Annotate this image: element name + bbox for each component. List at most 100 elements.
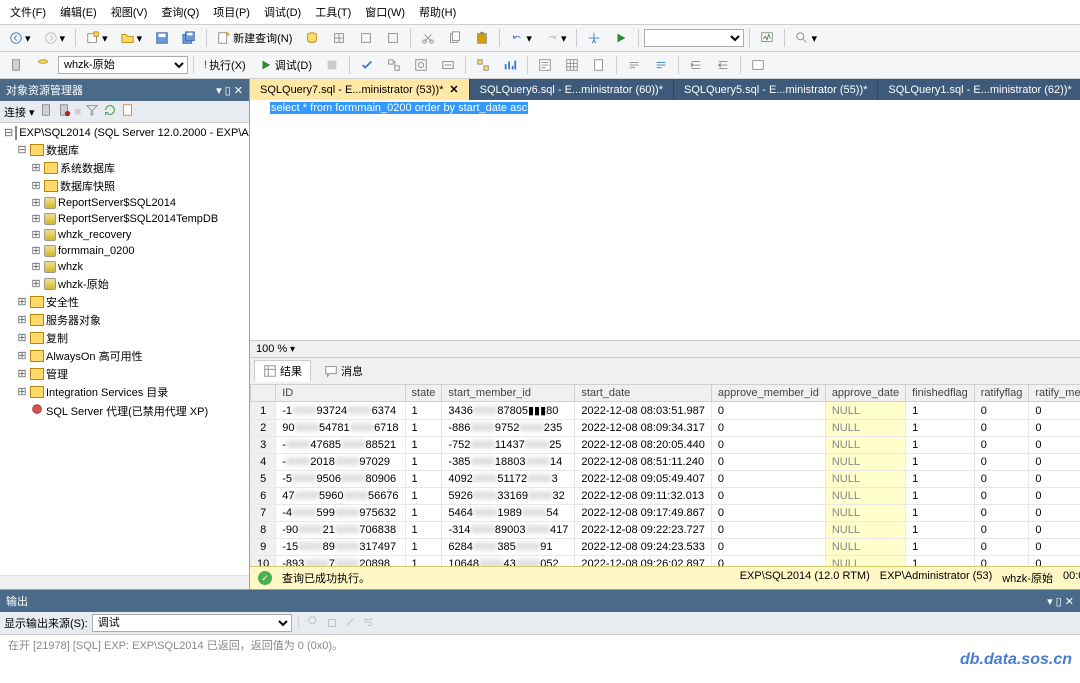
cell[interactable]: 0 <box>1029 488 1080 505</box>
cell[interactable]: -752000011437000025 <box>442 437 575 454</box>
connect-button[interactable]: 连接 ▾ <box>4 104 35 120</box>
column-header[interactable]: approve_date <box>825 385 905 402</box>
output-wrap-icon[interactable] <box>361 615 375 632</box>
tree-item[interactable]: ReportServer$SQL2014 <box>58 197 176 209</box>
cell[interactable]: 0 <box>1029 402 1080 420</box>
cell[interactable]: NULL <box>825 505 905 522</box>
expand-icon[interactable]: ⊞ <box>16 295 28 309</box>
output-find-icon[interactable] <box>307 615 321 632</box>
tree-item[interactable]: 复制 <box>46 330 68 346</box>
cell[interactable]: 1 <box>906 437 975 454</box>
object-tree[interactable]: ⊟EXP\SQL2014 (SQL Server 12.0.2000 - EXP… <box>0 123 249 575</box>
results-text-button[interactable] <box>533 55 557 75</box>
tab-query7[interactable]: SQLQuery7.sql - E...ministrator (53))*✕ <box>250 79 470 100</box>
cell[interactable]: -886000097520000235 <box>442 420 575 437</box>
menu-edit[interactable]: 编辑(E) <box>54 2 103 22</box>
change-connection-button[interactable] <box>4 55 28 75</box>
results-grid-button[interactable] <box>560 55 584 75</box>
cell[interactable]: 1 <box>405 488 442 505</box>
cell[interactable]: 0 <box>974 505 1029 522</box>
cell[interactable]: 10 <box>251 556 276 567</box>
column-header[interactable]: ratify_member_id <box>1029 385 1080 402</box>
cell[interactable]: 2022-12-08 09:26:02.897 <box>575 556 712 567</box>
results-tab[interactable]: 结果 <box>254 360 311 382</box>
tree-databases[interactable]: 数据库 <box>46 142 79 158</box>
cell[interactable]: 2 <box>251 420 276 437</box>
output-toggle-icon[interactable] <box>343 615 357 632</box>
table-row[interactable]: 3-0000476850000885211-752000011437000025… <box>251 437 1080 454</box>
stop-icon[interactable] <box>57 103 71 120</box>
filter-icon[interactable] <box>85 103 99 120</box>
execute-button[interactable]: ! 执行(X) <box>199 54 251 76</box>
cell[interactable]: -900000210000706838 <box>276 522 405 539</box>
tree-item[interactable]: 数据库快照 <box>60 178 115 194</box>
tree-item[interactable]: whzk-原始 <box>58 276 109 292</box>
output-source-combo[interactable]: 调试 <box>92 614 292 632</box>
zoom-level[interactable]: 100 % ▾ <box>250 340 1080 357</box>
cell[interactable]: 0 <box>1029 505 1080 522</box>
cell[interactable]: 409200005117200003 <box>442 471 575 488</box>
find-button[interactable] <box>582 28 606 48</box>
cell[interactable]: 1 <box>405 505 442 522</box>
cell[interactable]: 0 <box>974 437 1029 454</box>
cell[interactable]: 0 <box>1029 522 1080 539</box>
cell[interactable]: 8 <box>251 522 276 539</box>
cell[interactable]: 2022-12-08 09:22:23.727 <box>575 522 712 539</box>
panel-pin-icon[interactable]: ▾ ▯ ✕ <box>216 84 243 97</box>
cell[interactable]: 4 <box>251 454 276 471</box>
cell[interactable]: 3 <box>251 437 276 454</box>
cell[interactable]: 1 <box>906 471 975 488</box>
cell[interactable]: 0 <box>711 402 825 420</box>
tab-query6[interactable]: SQLQuery6.sql - E...ministrator (60))* <box>470 79 674 100</box>
cell[interactable]: 4700005960000056676 <box>276 488 405 505</box>
dmx-query-button[interactable] <box>354 28 378 48</box>
tree-sql-agent[interactable]: SQL Server 代理(已禁用代理 XP) <box>46 403 208 419</box>
menu-file[interactable]: 文件(F) <box>4 2 52 22</box>
results-grid[interactable]: IDstatestart_member_idstart_dateapprove_… <box>250 384 1080 566</box>
table-row[interactable]: 5-50000950600008090614092000051172000032… <box>251 471 1080 488</box>
menu-tools[interactable]: 工具(T) <box>309 2 357 22</box>
cell[interactable]: NULL <box>825 454 905 471</box>
cell[interactable]: 9000005478100006718 <box>276 420 405 437</box>
cell[interactable]: 2022-12-08 09:24:23.533 <box>575 539 712 556</box>
cell[interactable]: 106480000430000052 <box>442 556 575 567</box>
cell[interactable]: 1 <box>906 556 975 567</box>
actual-plan-button[interactable] <box>471 55 495 75</box>
tree-item[interactable]: ReportServer$SQL2014TempDB <box>58 213 218 225</box>
tree-item[interactable]: AlwaysOn 高可用性 <box>46 348 143 364</box>
table-row[interactable]: 290000054781000067181-886000097520000235… <box>251 420 1080 437</box>
cell[interactable]: 1 <box>906 420 975 437</box>
column-header[interactable]: ID <box>276 385 405 402</box>
parse-button[interactable] <box>355 55 379 75</box>
column-header[interactable]: state <box>405 385 442 402</box>
db-engine-query-button[interactable] <box>300 28 324 48</box>
cell[interactable]: 1 <box>405 454 442 471</box>
script-icon[interactable] <box>121 103 135 120</box>
tree-item[interactable]: formmain_0200 <box>58 245 134 257</box>
back-button[interactable]: ▾ <box>4 28 36 48</box>
cell[interactable]: -00002018000097029 <box>276 454 405 471</box>
cell[interactable]: 1 <box>405 556 442 567</box>
tree-item[interactable]: 系统数据库 <box>60 160 115 176</box>
expand-icon[interactable]: ⊞ <box>30 260 42 274</box>
cell[interactable]: 1 <box>405 420 442 437</box>
cut-button[interactable] <box>416 28 440 48</box>
cell[interactable]: 1 <box>906 522 975 539</box>
cell[interactable]: 2022-12-08 09:17:49.867 <box>575 505 712 522</box>
refresh-icon[interactable] <box>103 103 117 120</box>
menu-project[interactable]: 项目(P) <box>207 2 256 22</box>
cell[interactable]: -150000890000317497 <box>276 539 405 556</box>
sidebar-scrollbar[interactable] <box>0 575 249 589</box>
cell[interactable]: 1 <box>251 402 276 420</box>
tree-item[interactable]: 服务器对象 <box>46 312 101 328</box>
cell[interactable]: 1 <box>405 539 442 556</box>
tree-item[interactable]: whzk_recovery <box>58 229 131 241</box>
specify-values-button[interactable] <box>746 55 770 75</box>
cell[interactable]: 0 <box>974 402 1029 420</box>
cell[interactable]: 1 <box>906 454 975 471</box>
expand-icon[interactable]: ⊞ <box>30 179 42 193</box>
cell[interactable]: 0 <box>1029 437 1080 454</box>
cell[interactable]: NULL <box>825 471 905 488</box>
cell[interactable]: 1 <box>405 437 442 454</box>
table-row[interactable]: 8-9000002100007068381-314000089003000041… <box>251 522 1080 539</box>
